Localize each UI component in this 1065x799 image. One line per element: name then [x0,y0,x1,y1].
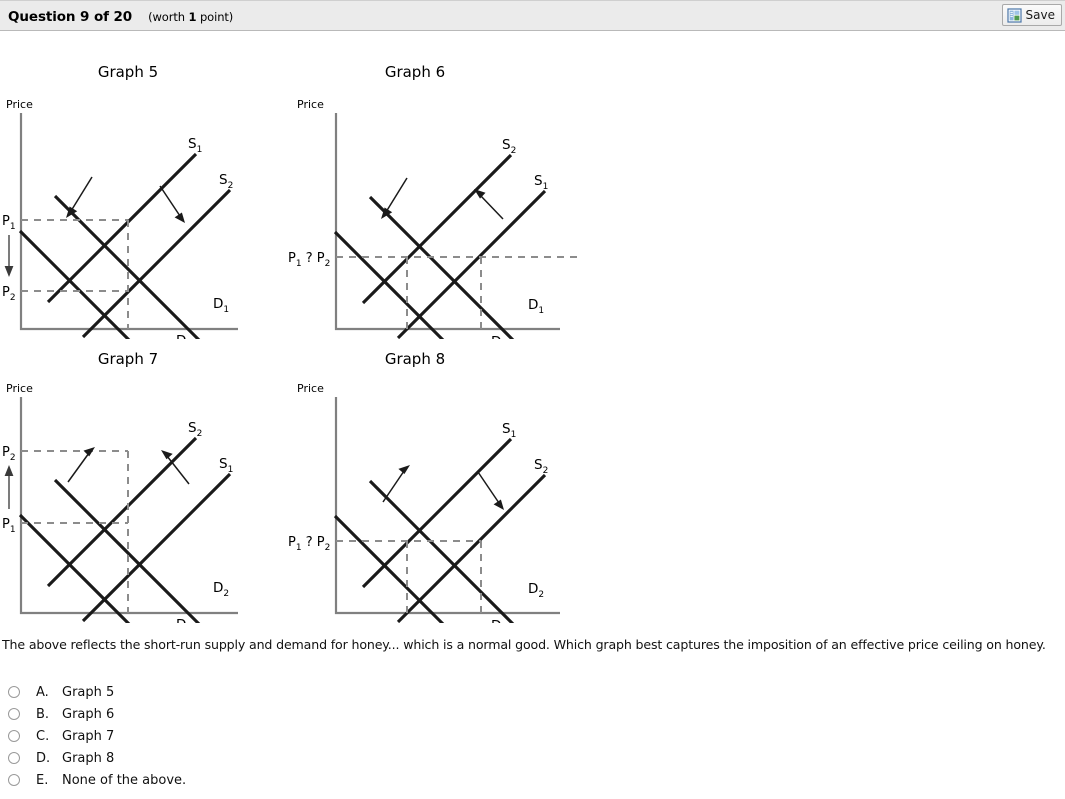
save-button[interactable]: Save [1001,4,1062,26]
graph-8: Graph 8 Price Quantity P1 ? P2 [288,339,578,668]
graph-5: Graph 5 Price Quantity P1 P2 [0,55,280,383]
graph-7-curve-D1 [18,513,172,667]
graph-6: Graph 6 Price Quantity P1 ? P2 [288,55,741,384]
graph-5-title: Graph 5 [98,63,158,81]
graph-8-label-S1: S1 [502,421,516,440]
answer-option-b[interactable]: B. Graph 6 [2,703,422,725]
answer-option-a[interactable]: A. Graph 5 [2,681,422,703]
graph-5-ylabel: Price [6,98,33,111]
answer-letter-c: C. [36,728,50,744]
graph-8-curve-D1 [333,514,487,668]
graph-7: Graph 7 Price Quantity P2 P1 [0,339,280,667]
graph-8-ylabel: Price [297,382,324,395]
answer-options-list: A. Graph 5 B. Graph 6 C. Graph 7 D. Grap… [2,681,422,791]
save-disk-icon [1006,7,1022,23]
radio-button-d[interactable] [8,752,20,764]
graph-6-label-S1: S1 [534,173,548,192]
radio-button-e[interactable] [8,774,20,786]
worth-suffix: point) [196,9,234,24]
graph-6-title: Graph 6 [385,63,445,81]
graph-7-price-label-1: P1 [2,517,16,535]
graph-6-price-label: P1 ? P2 [288,251,330,269]
graph-7-title: Graph 7 [98,350,158,368]
graph-7-demand-shift-arrow [67,447,95,483]
graph-5-label-D1: D1 [213,296,229,315]
answer-letter-a: A. [36,684,49,700]
graph-5-price-down-arrow [4,235,14,277]
graph-6-label-D1: D1 [528,297,544,316]
answer-letter-d: D. [36,750,51,766]
answer-text-a: Graph 5 [62,684,115,700]
answer-letter-b: B. [36,706,50,722]
graph-5-demand-shift-arrow [66,176,93,218]
answer-option-d[interactable]: D. Graph 8 [2,747,422,769]
graph-8-title: Graph 8 [385,350,445,368]
answer-option-c[interactable]: C. Graph 7 [2,725,422,747]
answer-letter-e: E. [36,772,49,788]
question-worth: (worth 1 point) [148,10,233,24]
answer-text-c: Graph 7 [62,728,115,744]
answer-text-d: Graph 8 [62,750,115,766]
graph-7-label-S1: S1 [219,456,233,475]
answer-option-e[interactable]: E. None of the above. [2,769,422,791]
graph-6-curve-D2 [333,230,487,384]
graph-7-price-up-arrow [4,465,14,509]
graph-8-supply-shift-arrow [477,471,504,510]
graph-7-curve-D2 [53,478,207,632]
radio-button-c[interactable] [8,730,20,742]
question-prompt: The above reflects the short-run supply … [2,637,1046,652]
radio-button-a[interactable] [8,686,20,698]
page-title: Question 9 of 20 [8,8,133,25]
graph-5-price-label-1: P1 [2,214,16,232]
graph-5-price-label-2: P2 [2,285,16,303]
graph-7-price-label-2: P2 [2,445,16,463]
graph-8-label-D2: D2 [528,581,544,600]
graph-6-ylabel: Price [297,98,324,111]
graph-5-curve-D2 [18,229,172,383]
graph-6-curve-D1 [368,195,522,349]
radio-button-b[interactable] [8,708,20,720]
answer-text-b: Graph 6 [62,706,115,722]
graph-6-supply-shift-arrow [474,189,504,220]
graph-panel: Graph 5 Price Quantity P1 P2 [0,31,1065,668]
worth-prefix: (worth [148,9,189,24]
graph-7-label-D2: D2 [213,580,229,599]
graph-8-label-D1: D1 [491,618,507,623]
save-button-label: Save [1025,8,1055,22]
graph-8-price-label: P1 ? P2 [288,535,330,553]
graph-5-supply-shift-arrow [159,185,185,223]
question-header: Question 9 of 20 (worth 1 point) Save [0,0,1065,31]
graph-8-label-S2: S2 [534,457,548,476]
graph-7-ylabel: Price [6,382,33,395]
graph-5-label-S2: S2 [219,172,233,191]
graph-5-label-S1: S1 [188,136,202,155]
graph-6-demand-shift-arrow [381,177,408,219]
answer-text-e: None of the above. [62,772,187,788]
graph-8-demand-shift-arrow [382,465,410,503]
graph-7-label-S2: S2 [188,420,202,439]
graph-6-label-S2: S2 [502,137,516,156]
graph-7-label-D1: D1 [176,617,192,623]
